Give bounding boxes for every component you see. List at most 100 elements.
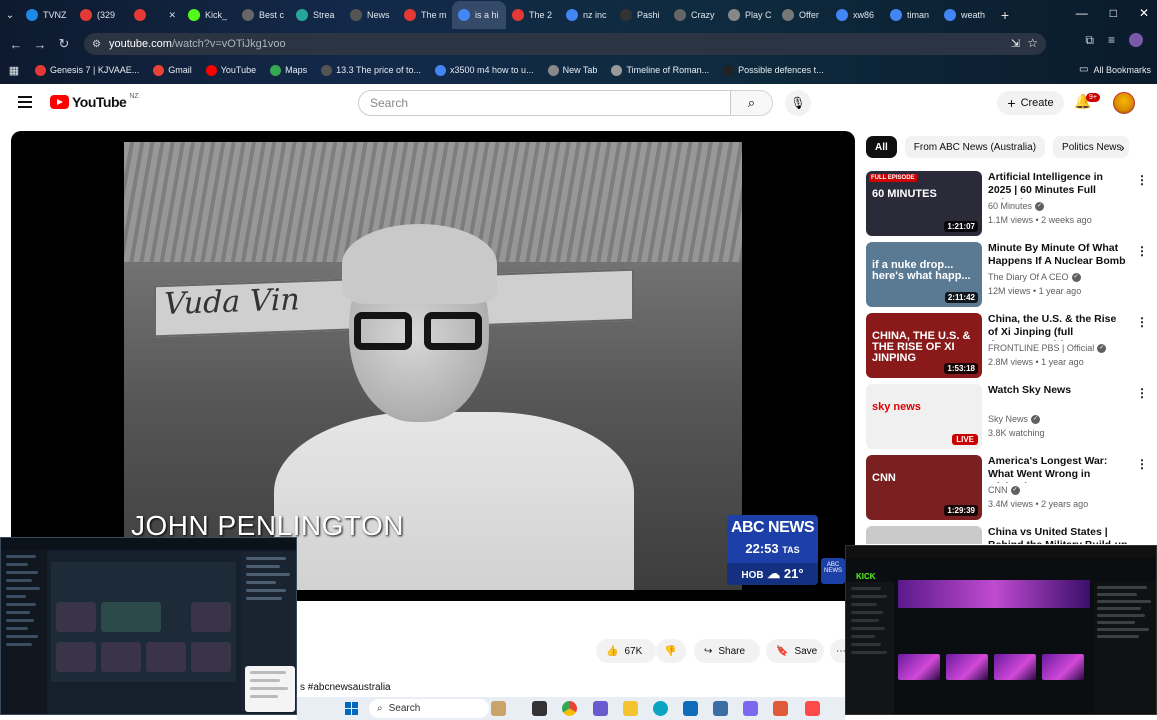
browser-tab[interactable]: nz inc — [560, 1, 614, 29]
close-tab-icon[interactable]: ✕ — [168, 10, 176, 21]
task-view-icon[interactable] — [532, 701, 547, 716]
chip-politics-news[interactable]: Politics News — [1053, 136, 1130, 158]
bookmark-item[interactable]: Genesis 7 | KJVAAE... — [28, 64, 146, 76]
share-button[interactable]: ↪ Share — [694, 639, 760, 663]
more-options-icon[interactable]: ⋮ — [1136, 386, 1148, 400]
bookmark-item[interactable]: Possible defences t... — [716, 64, 831, 76]
search-input[interactable]: Search — [358, 90, 731, 116]
video-player[interactable]: Vuda Vin JOHN PENLINGTON ABC NEWS 22:53 … — [11, 131, 855, 601]
bookmark-item[interactable]: Timeline of Roman... — [604, 64, 716, 76]
browser-tab[interactable]: The m — [398, 1, 452, 29]
recommended-video[interactable]: 60 MINUTES FULL EPISODE 1:21:07 Artificial … — [866, 171, 1151, 237]
taskbar-search[interactable]: ⌕ Search — [369, 699, 489, 718]
more-options-icon[interactable]: ⋮ — [1136, 244, 1148, 258]
menu-icon[interactable] — [18, 96, 32, 108]
bookmark-item[interactable]: YouTube — [199, 64, 263, 76]
active-app-icon[interactable] — [805, 701, 820, 716]
browser-tab[interactable]: Kick_ — [182, 1, 236, 29]
youtube-logo[interactable]: YouTube NZ — [50, 93, 139, 110]
back-icon[interactable]: ← — [4, 37, 28, 52]
dislike-button[interactable]: 👎 — [656, 639, 686, 663]
more-options-icon[interactable]: ⋮ — [1136, 173, 1148, 187]
bookmark-item[interactable]: 13.3 The price of to... — [314, 64, 428, 76]
browser-tab[interactable]: Offer — [776, 1, 830, 29]
overlay-window-kick[interactable]: KICK — [845, 545, 1157, 715]
widgets-icon[interactable] — [491, 701, 506, 716]
bookmark-item[interactable]: Gmail — [146, 64, 199, 76]
browser-tab[interactable]: weath — [938, 1, 992, 29]
video-thumbnail[interactable]: 60 MINUTES FULL EPISODE 1:21:07 — [866, 171, 982, 236]
profile-avatar[interactable] — [1129, 33, 1143, 47]
browser-tab[interactable]: is a hi — [452, 1, 506, 29]
bookmark-item[interactable]: New Tab — [541, 64, 605, 76]
channel-name[interactable]: 60 Minutes ✓ — [988, 201, 1128, 211]
reload-icon[interactable]: ↻ — [52, 36, 76, 52]
video-title[interactable]: China, the U.S. & the Rise of Xi Jinping… — [988, 313, 1128, 341]
extensions-icon[interactable]: ⧉ — [1085, 33, 1094, 48]
browser-tab[interactable]: xw86 — [830, 1, 884, 29]
video-title[interactable]: China vs United States | Behind the Mili… — [988, 526, 1128, 544]
more-options-icon[interactable]: ⋮ — [1136, 457, 1148, 471]
chip-from-abc[interactable]: From ABC News (Australia) — [904, 136, 1046, 158]
file-explorer-icon[interactable] — [623, 701, 638, 716]
recommended-video[interactable]: if a nuke drop... here's what happ... 2:1… — [866, 242, 1151, 308]
video-title[interactable]: Watch Sky News — [988, 384, 1128, 397]
video-thumbnail[interactable]: CHINA, THE U.S. & THE RISE OF XI JINPING… — [866, 313, 982, 378]
channel-name[interactable]: The Diary Of A CEO ✓ — [988, 272, 1128, 282]
reading-list-icon[interactable]: ≡ — [1108, 33, 1115, 48]
tab-search-icon[interactable]: ⌄ — [0, 10, 20, 21]
video-thumbnail[interactable] — [866, 526, 982, 544]
user-avatar[interactable] — [1113, 92, 1135, 114]
browser-tab[interactable]: TVNZ — [20, 1, 74, 29]
recommended-video[interactable]: CHINA, THE U.S. & THE RISE OF XI JINPING… — [866, 313, 1151, 379]
chip-all[interactable]: All — [866, 136, 897, 158]
bookmark-item[interactable]: x3500 m4 how to u... — [428, 64, 541, 76]
video-title[interactable]: Minute By Minute Of What Happens If A Nu… — [988, 242, 1128, 270]
edge-icon[interactable] — [653, 701, 668, 716]
browser-tab[interactable]: (329 — [74, 1, 128, 29]
browser-tab[interactable]: Play C — [722, 1, 776, 29]
browser-tab[interactable]: Best c — [236, 1, 290, 29]
chevron-right-icon[interactable]: › — [1120, 139, 1125, 155]
overlay-window-dashboard[interactable] — [0, 537, 297, 715]
address-bar[interactable]: ⚙ youtube.com/watch?v=vOTiJkg1voo ⇲ ☆ — [84, 33, 1046, 55]
video-thumbnail[interactable]: if a nuke drop... here's what happ... 2:1… — [866, 242, 982, 307]
recommended-video[interactable]: CNN 1:29:39 America's Longest War: What We… — [866, 455, 1151, 521]
voice-search-button[interactable]: 🎙 — [785, 90, 811, 116]
browser-tab[interactable]: Strea — [290, 1, 344, 29]
mail-icon[interactable] — [683, 701, 698, 716]
all-bookmarks[interactable]: ▭ All Bookmarks — [1079, 64, 1151, 75]
channel-name[interactable]: FRONTLINE PBS | Official ✓ — [988, 343, 1128, 353]
browser-tab[interactable]: The 2 — [506, 1, 560, 29]
video-thumbnail[interactable]: CNN 1:29:39 — [866, 455, 982, 520]
store-icon[interactable] — [713, 701, 728, 716]
browser-tab[interactable]: Crazy — [668, 1, 722, 29]
video-title[interactable]: Artificial Intelligence in 2025 | 60 Min… — [988, 171, 1128, 199]
channel-name[interactable]: CNN ✓ — [988, 485, 1128, 495]
more-options-icon[interactable]: ⋮ — [1136, 315, 1148, 329]
bookmark-item[interactable]: Maps — [263, 64, 314, 76]
media-app-icon[interactable] — [773, 701, 788, 716]
channel-name[interactable]: Sky News ✓ — [988, 414, 1128, 424]
browser-tab[interactable]: ✕ — [128, 1, 182, 29]
forward-icon[interactable]: → — [28, 37, 52, 52]
browser-tab[interactable]: News — [344, 1, 398, 29]
description-hashtag[interactable]: s #abcnewsaustralia — [300, 682, 391, 693]
video-title[interactable]: America's Longest War: What Went Wrong i… — [988, 455, 1128, 483]
install-app-icon[interactable]: ⇲ — [1011, 37, 1020, 50]
minimize-button[interactable]: — — [1076, 6, 1088, 20]
new-tab-button[interactable]: + — [992, 7, 1018, 23]
recommended-video[interactable]: China vs United States | Behind the Mili… — [866, 526, 1151, 544]
site-info-icon[interactable]: ⚙ — [92, 39, 101, 50]
save-button[interactable]: 🔖 Save — [766, 639, 824, 663]
like-button[interactable]: 👍 67K — [596, 639, 656, 663]
apps-grid-icon[interactable]: ▦ — [0, 64, 28, 77]
close-window-button[interactable]: ✕ — [1139, 6, 1149, 20]
create-button[interactable]: + Create — [997, 91, 1064, 115]
browser-tab[interactable]: timan — [884, 1, 938, 29]
search-button[interactable]: ⌕ — [731, 90, 773, 116]
browser-tab[interactable]: Pashi — [614, 1, 668, 29]
app-icon[interactable] — [743, 701, 758, 716]
copilot-icon[interactable] — [593, 701, 608, 716]
maximize-button[interactable]: □ — [1110, 6, 1117, 20]
